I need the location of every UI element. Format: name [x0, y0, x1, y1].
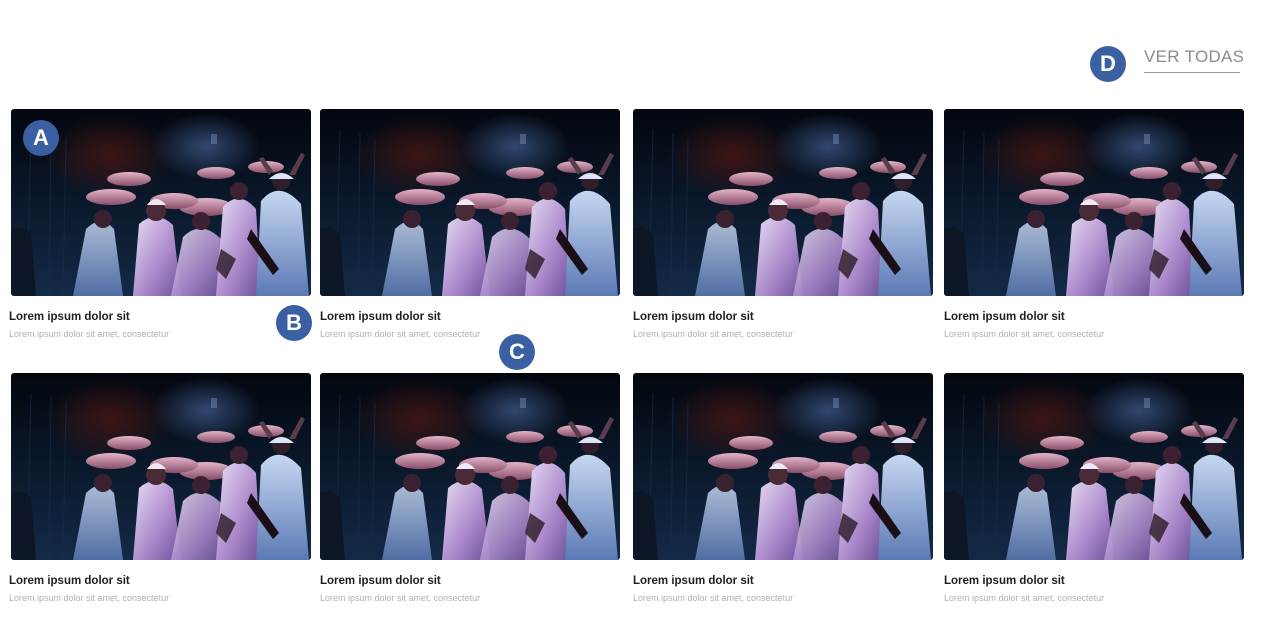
marker-d: D: [1090, 46, 1126, 82]
card-image[interactable]: [944, 373, 1244, 560]
card-title: Lorem ipsum dolor sit: [633, 575, 754, 587]
card-title: Lorem ipsum dolor sit: [9, 575, 130, 587]
marker-c: C: [499, 334, 535, 370]
card-title: Lorem ipsum dolor sit: [9, 311, 130, 323]
card-image[interactable]: [633, 109, 933, 296]
card-image[interactable]: [11, 373, 311, 560]
card-subtitle: Lorem ipsum dolor sit amet, consectetur: [944, 329, 1105, 339]
card-photo: [633, 109, 933, 296]
card-image[interactable]: [320, 109, 620, 296]
card-title: Lorem ipsum dolor sit: [320, 575, 441, 587]
gallery-card[interactable]: Lorem ipsum dolor sit Lorem ipsum dolor …: [9, 373, 311, 604]
card-image[interactable]: [944, 109, 1244, 296]
card-subtitle: Lorem ipsum dolor sit amet, consectetur: [9, 593, 170, 603]
gallery-card[interactable]: Lorem ipsum dolor sit Lorem ipsum dolor …: [633, 109, 933, 340]
card-title: Lorem ipsum dolor sit: [320, 311, 441, 323]
card-image[interactable]: [633, 373, 933, 560]
card-photo: [944, 373, 1244, 560]
card-photo: [944, 109, 1244, 296]
featured-gallery: VER TODAS D A B C Lorem ipsum dolor sit …: [0, 0, 1280, 638]
gallery-card[interactable]: Lorem ipsum dolor sit Lorem ipsum dolor …: [944, 373, 1244, 604]
card-title: Lorem ipsum dolor sit: [944, 311, 1065, 323]
gallery-card[interactable]: Lorem ipsum dolor sit Lorem ipsum dolor …: [944, 109, 1244, 340]
card-image[interactable]: [320, 373, 620, 560]
card-photo: [320, 373, 620, 560]
marker-a: A: [23, 120, 59, 156]
card-subtitle: Lorem ipsum dolor sit amet, consectetur: [320, 329, 481, 339]
gallery-card[interactable]: Lorem ipsum dolor sit Lorem ipsum dolor …: [320, 373, 620, 604]
card-photo: [320, 109, 620, 296]
card-subtitle: Lorem ipsum dolor sit amet, consectetur: [944, 593, 1105, 603]
card-subtitle: Lorem ipsum dolor sit amet, consectetur: [320, 593, 481, 603]
gallery-card[interactable]: Lorem ipsum dolor sit Lorem ipsum dolor …: [633, 373, 933, 604]
card-title: Lorem ipsum dolor sit: [633, 311, 754, 323]
card-subtitle: Lorem ipsum dolor sit amet, consectetur: [9, 329, 170, 339]
card-photo: [11, 373, 311, 560]
view-all-link[interactable]: VER TODAS: [1144, 47, 1244, 73]
gallery-card[interactable]: Lorem ipsum dolor sit Lorem ipsum dolor …: [320, 109, 620, 340]
card-photo: [633, 373, 933, 560]
marker-b: B: [276, 305, 312, 341]
card-subtitle: Lorem ipsum dolor sit amet, consectetur: [633, 329, 794, 339]
card-subtitle: Lorem ipsum dolor sit amet, consectetur: [633, 593, 794, 603]
card-title: Lorem ipsum dolor sit: [944, 575, 1065, 587]
